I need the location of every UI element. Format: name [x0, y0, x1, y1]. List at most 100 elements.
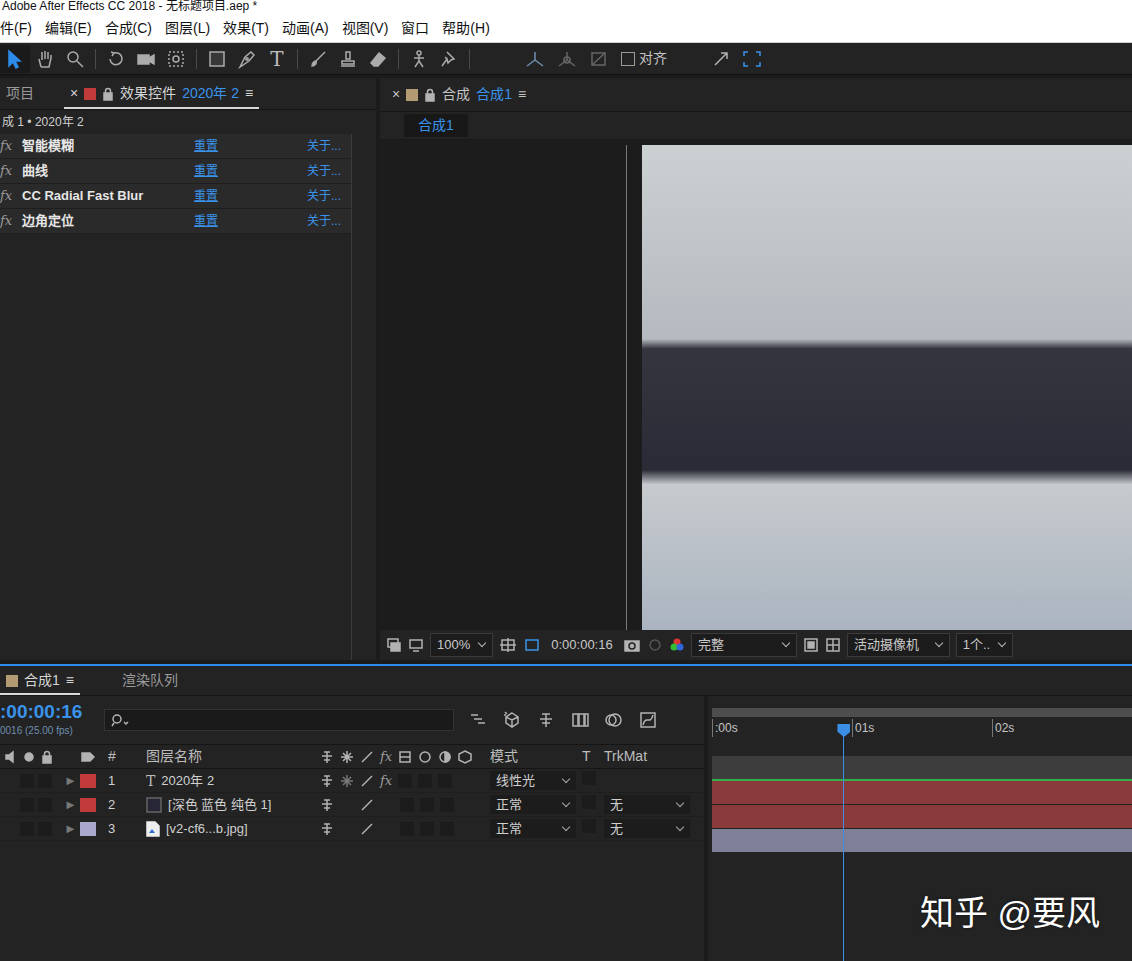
effect-row[interactable]: fx曲线重置关于... — [0, 159, 351, 184]
motion-blur-switch[interactable] — [418, 774, 432, 788]
effect-row[interactable]: fxCC Radial Fast Blur重置关于... — [0, 184, 351, 209]
menu-item[interactable]: 视图(V) — [342, 18, 389, 39]
pan-tool-icon[interactable] — [166, 49, 186, 69]
effect-name[interactable]: 曲线 — [22, 161, 194, 181]
tab-label[interactable]: 合成1 — [24, 670, 60, 691]
playhead[interactable] — [843, 726, 844, 961]
fx-toggle[interactable]: fx — [0, 186, 22, 206]
resolution-icon[interactable] — [499, 637, 517, 653]
layer-search-field[interactable] — [104, 709, 454, 731]
tool-button[interactable] — [60, 45, 90, 73]
menu-item[interactable]: 图层(L) — [165, 18, 210, 39]
layer-name[interactable]: [v2-cf6...b.jpg] — [166, 819, 248, 839]
blend-mode-dropdown[interactable]: 正常 — [490, 819, 576, 839]
lock-toggle[interactable] — [38, 774, 52, 788]
brush-tool-icon[interactable] — [308, 49, 328, 69]
comp-flowchart-tab[interactable]: 合成1 — [404, 114, 468, 137]
3d-layer-switch[interactable] — [440, 798, 454, 812]
graph-editor-icon[interactable] — [638, 710, 658, 730]
show-snapshot-icon[interactable] — [647, 637, 663, 653]
tool-button[interactable] — [404, 45, 434, 73]
expand-toggle[interactable]: ► — [64, 819, 77, 839]
eraser-tool-icon[interactable] — [368, 49, 388, 69]
tool-button[interactable] — [232, 45, 262, 73]
lock-icon[interactable] — [40, 750, 54, 764]
close-button[interactable]: × — [70, 83, 78, 104]
label-color[interactable] — [80, 774, 96, 788]
reset-link[interactable]: 重置 — [194, 162, 307, 180]
text-tool-icon[interactable]: T — [270, 49, 283, 69]
3d-layer-switch[interactable] — [440, 822, 454, 836]
shy-icon[interactable] — [536, 710, 556, 730]
panel-tab[interactable]: 项目 — [0, 78, 40, 109]
video-toggle[interactable] — [20, 798, 34, 812]
layer-name[interactable]: 2020年 2 — [161, 771, 214, 791]
zoom-tool-icon[interactable] — [65, 49, 85, 69]
search-icon[interactable] — [111, 713, 131, 727]
rotate-tool-icon[interactable] — [106, 49, 126, 69]
current-time[interactable]: 0:00:00:16 — [547, 635, 616, 655]
shy-switch-icon[interactable] — [320, 822, 334, 836]
layer-row[interactable]: ►3[v2-cf6...b.jpg]正常无 — [0, 817, 704, 841]
tool-button[interactable] — [434, 45, 464, 73]
motion-blur-switch[interactable] — [420, 798, 434, 812]
zoom-dropdown[interactable]: 100% — [430, 633, 493, 657]
snap-check-box[interactable] — [621, 52, 635, 66]
snap-label[interactable]: 对齐 — [639, 48, 667, 69]
layer-row[interactable]: ►2[深色 蓝色 纯色 1]正常无 — [0, 793, 704, 817]
effect-row[interactable]: fx智能模糊重置关于... — [0, 134, 351, 159]
fx-toggle[interactable]: fx — [0, 211, 22, 231]
select-tool-icon[interactable] — [5, 49, 25, 69]
audio-icon[interactable] — [4, 750, 18, 764]
panel-menu-button[interactable]: ≡ — [66, 670, 74, 691]
tab-label[interactable]: 渲染队列 — [122, 670, 178, 691]
reset-link[interactable]: 重置 — [194, 137, 307, 155]
tool-button[interactable] — [363, 45, 393, 73]
menu-item[interactable]: 合成(C) — [105, 18, 152, 39]
tool-button[interactable] — [333, 45, 363, 73]
tab-label[interactable]: 合成 — [442, 84, 470, 105]
mask-visibility-icon[interactable] — [523, 637, 541, 653]
tool-button[interactable]: T — [262, 45, 292, 73]
reset-link[interactable]: 重置 — [194, 187, 307, 205]
fx-toggle[interactable]: fx — [0, 161, 22, 181]
frame-blend-switch[interactable] — [398, 774, 412, 788]
label-tag-icon[interactable] — [80, 750, 96, 764]
quality-switch-icon[interactable] — [360, 798, 374, 812]
tool-button[interactable] — [0, 45, 30, 73]
layer-row[interactable]: ►1T2020年 2fx线性光 — [0, 769, 704, 793]
3d-layer-switch[interactable] — [438, 774, 452, 788]
collapse-switch-icon[interactable] — [340, 774, 354, 788]
tab-layer-name[interactable]: 2020年 2 — [182, 83, 239, 104]
panel-tab[interactable]: 渲染队列 — [116, 666, 184, 695]
hand-tool-icon[interactable] — [35, 49, 55, 69]
effect-name[interactable]: CC Radial Fast Blur — [22, 186, 194, 206]
preserve-transparency-toggle[interactable] — [582, 771, 596, 785]
tool-button[interactable] — [161, 45, 191, 73]
video-eye-icon[interactable] — [22, 750, 36, 764]
menu-item[interactable]: 帮助(H) — [442, 18, 489, 39]
close-button[interactable]: × — [392, 84, 400, 105]
reset-link[interactable]: 重置 — [194, 212, 307, 230]
blend-mode-dropdown[interactable]: 正常 — [490, 795, 576, 815]
motion-blur-switch[interactable] — [420, 822, 434, 836]
fx-toggle[interactable]: fx — [0, 136, 22, 156]
rect-tool-icon[interactable] — [207, 49, 227, 69]
time-ruler[interactable]: :00s01s02s — [708, 708, 1132, 756]
layer-duration-bar[interactable] — [712, 829, 1132, 853]
monitor-icon[interactable] — [408, 637, 424, 653]
expand-icon[interactable] — [711, 49, 733, 69]
lock-toggle[interactable] — [38, 798, 52, 812]
about-link[interactable]: 关于... — [307, 137, 341, 155]
menu-item[interactable]: 编辑(E) — [45, 18, 92, 39]
work-area-bar[interactable] — [712, 708, 1132, 717]
tool-button[interactable] — [303, 45, 333, 73]
composition-viewer[interactable] — [380, 140, 1132, 630]
frame-blend-switch[interactable] — [400, 822, 414, 836]
tab-label[interactable]: 项目 — [6, 83, 34, 104]
puppet-tool-icon[interactable] — [409, 49, 429, 69]
expand-toggle[interactable]: ► — [64, 795, 77, 815]
snapshot-icon[interactable] — [623, 637, 641, 653]
menu-item[interactable]: 动画(A) — [282, 18, 329, 39]
label-color[interactable] — [80, 798, 96, 812]
